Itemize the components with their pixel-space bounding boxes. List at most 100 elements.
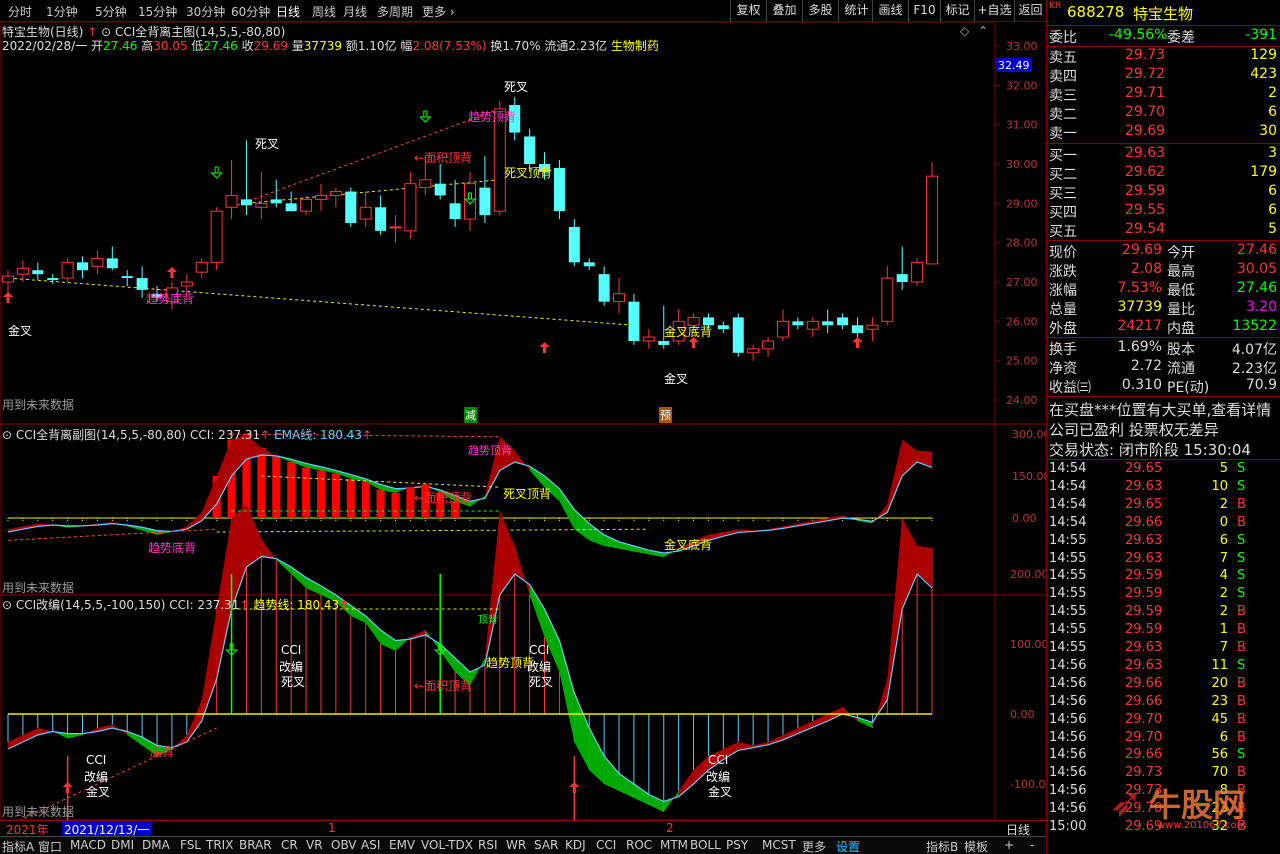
period-tab-9[interactable]: 多周期 xyxy=(377,3,413,20)
sub2-ribbon-segment xyxy=(559,640,575,742)
indicator-tab-right-2[interactable]: + xyxy=(1004,838,1014,852)
sub2-ribbon-segment xyxy=(201,609,217,721)
toolbar-button-3[interactable]: 统计 xyxy=(838,0,874,22)
period-toolbar: 分时 1分钟 5分钟 15分钟 30分钟 60分钟 日线 周线 月线 多周期 更多 › 复权 叠加 多股统… xyxy=(0,0,1046,22)
buy-level-price[interactable]: 29.54 xyxy=(1125,221,1165,237)
indicator-tab-0[interactable]: 指标A xyxy=(2,838,34,854)
sub1-ribbon-segment xyxy=(604,534,620,549)
indicator-tab-1[interactable]: 窗口 xyxy=(38,838,62,854)
sell-level-price[interactable]: 29.70 xyxy=(1125,104,1165,120)
main-label-dead-cross-1: 死叉 xyxy=(255,137,280,151)
sell-level-price[interactable]: 29.71 xyxy=(1125,85,1165,101)
indicator-tab-8[interactable]: CR xyxy=(281,838,298,852)
indicator-tab-right-1[interactable]: 模板 xyxy=(964,838,988,854)
period-tab-1[interactable]: 1分钟 xyxy=(46,3,78,20)
indicator-tab-17[interactable]: KDJ xyxy=(565,838,586,852)
toolbar-button-6[interactable]: 标记 xyxy=(940,0,974,22)
indicator-tab-9[interactable]: VR xyxy=(306,838,323,852)
sub2-ribbon-segment xyxy=(291,567,307,588)
period-tab-2[interactable]: 5分钟 xyxy=(95,3,127,20)
collapse-icon[interactable]: ⌃ xyxy=(978,24,988,38)
indicator-tab-11[interactable]: ASI xyxy=(361,838,380,852)
indicator-tab-right-3[interactable]: - xyxy=(1030,838,1034,852)
time-axis: 2021年 2021/12/13/一 1 2 日线 xyxy=(0,820,1046,838)
toolbar-button-7[interactable]: +自选 xyxy=(974,0,1014,22)
tick-side: B xyxy=(1237,496,1246,512)
indicator-tab-3[interactable]: DMI xyxy=(111,838,134,852)
toolbar-button-5[interactable]: F10 xyxy=(908,0,940,22)
indicator-tab-10[interactable]: OBV xyxy=(331,838,357,852)
toolbar-button-1[interactable]: 叠加 xyxy=(766,0,802,22)
sub1-bar xyxy=(287,462,296,518)
indicator-tab-22[interactable]: PSY xyxy=(726,838,748,852)
tick-price: 29.63 xyxy=(1125,532,1163,548)
chart-area[interactable]: 33.00 32.00 31.00 30.00 29.00 28.00 27.00 26.00… xyxy=(0,22,1046,820)
indicator-tab-21[interactable]: BOLL xyxy=(690,838,721,852)
tick-time: 14:56 xyxy=(1049,693,1087,709)
sell-level-label: 卖四 xyxy=(1049,69,1077,85)
period-tab-4[interactable]: 30分钟 xyxy=(186,3,225,20)
period-tab-8[interactable]: 月线 xyxy=(343,3,367,20)
buy-level-price[interactable]: 29.63 xyxy=(1125,145,1165,161)
indicator-tab-right-0[interactable]: 指标B xyxy=(926,838,958,854)
watermark-url: www.201062.com xyxy=(1157,820,1247,831)
sub2-expand-icon[interactable]: ⊙ xyxy=(2,598,16,612)
info-part: 1.70% xyxy=(502,39,541,53)
tick-time: 14:55 xyxy=(1049,568,1087,584)
indicator-tab-25[interactable]: 设置 xyxy=(836,838,860,854)
info-part: 开 xyxy=(87,39,104,53)
indicator-tab-12[interactable]: EMV xyxy=(389,838,415,852)
toolbar-button-8[interactable]: 返回 xyxy=(1014,0,1046,22)
toolbar-button-0[interactable]: 复权 xyxy=(730,0,766,22)
toolbar-button-2[interactable]: 多股 xyxy=(802,0,838,22)
indicator-tab-5[interactable]: FSL xyxy=(180,838,201,852)
indicator-tab-16[interactable]: SAR xyxy=(534,838,558,852)
sub1-bar xyxy=(302,467,311,518)
indicator-tab-14[interactable]: RSI xyxy=(478,838,498,852)
sell-level-price[interactable]: 29.69 xyxy=(1125,123,1165,139)
stat-value: 27.46 xyxy=(1236,280,1277,296)
settings-icon[interactable]: ◇ xyxy=(960,24,969,38)
candle xyxy=(628,293,640,345)
sell-level-price[interactable]: 29.73 xyxy=(1125,47,1165,63)
candle xyxy=(598,266,610,306)
chart-canvas[interactable]: 33.00 32.00 31.00 30.00 29.00 28.00 27.00 26.00… xyxy=(0,22,1046,820)
indicator-tab-4[interactable]: DMA xyxy=(142,838,170,852)
period-tab-0[interactable]: 分时 xyxy=(8,3,32,20)
sub2-indicator-name[interactable]: CCI改编(14,5,5,-100,150) xyxy=(16,598,169,612)
buy-level-price[interactable]: 29.59 xyxy=(1125,183,1165,199)
indicator-tab-20[interactable]: MTM xyxy=(660,838,688,852)
sub1-expand-icon[interactable]: ⊙ xyxy=(2,428,16,442)
weibi-label: 委比 xyxy=(1049,30,1077,46)
indicator-tab-7[interactable]: BRAR xyxy=(239,838,272,852)
main-bottom-divergence-line xyxy=(7,277,634,326)
indicator-tab-23[interactable]: MCST xyxy=(762,838,796,852)
indicator-tab-24[interactable]: 更多 xyxy=(802,838,826,854)
period-tab-7[interactable]: 周线 xyxy=(312,3,336,20)
period-tab-5[interactable]: 60分钟 xyxy=(231,3,270,20)
sub1-indicator-name[interactable]: CCI全背离副图(14,5,5,-80,80) xyxy=(16,428,190,442)
indicator-tab-2[interactable]: MACD xyxy=(70,838,106,852)
period-tab-3[interactable]: 15分钟 xyxy=(138,3,177,20)
news-link-2[interactable]: 公司已盈利 投票权无差异 xyxy=(1049,419,1219,440)
indicator-tab-18[interactable]: CCI xyxy=(596,838,616,852)
period-tab-6[interactable]: 日线 xyxy=(276,3,300,20)
candle xyxy=(926,162,938,265)
indicator-tab-15[interactable]: WR xyxy=(506,838,526,852)
sub1-bar xyxy=(391,492,400,518)
sub1-tick-label: 150.00 xyxy=(1012,470,1046,483)
sell-level-price[interactable]: 29.72 xyxy=(1125,66,1165,82)
toolbar-button-4[interactable]: 画线 xyxy=(872,0,908,22)
indicator-tab-13[interactable]: VOL-TDX xyxy=(421,838,473,852)
stat-label: 总量 xyxy=(1049,302,1077,318)
stat-label: 外盘 xyxy=(1049,321,1077,337)
sub2-ribbon-segment xyxy=(529,584,545,637)
news-link-1[interactable]: 在买盘***位置有大买单,查看详情 xyxy=(1049,399,1271,420)
buy-level-label: 买二 xyxy=(1049,167,1077,183)
indicator-tab-6[interactable]: TRIX xyxy=(206,838,233,852)
buy-level-price[interactable]: 29.62 xyxy=(1125,164,1165,180)
period-tab-10[interactable]: 更多 › xyxy=(422,3,455,20)
indicator-tab-19[interactable]: ROC xyxy=(626,838,652,852)
buy-level-price[interactable]: 29.55 xyxy=(1125,202,1165,218)
time-month-1: 1 xyxy=(328,821,336,835)
